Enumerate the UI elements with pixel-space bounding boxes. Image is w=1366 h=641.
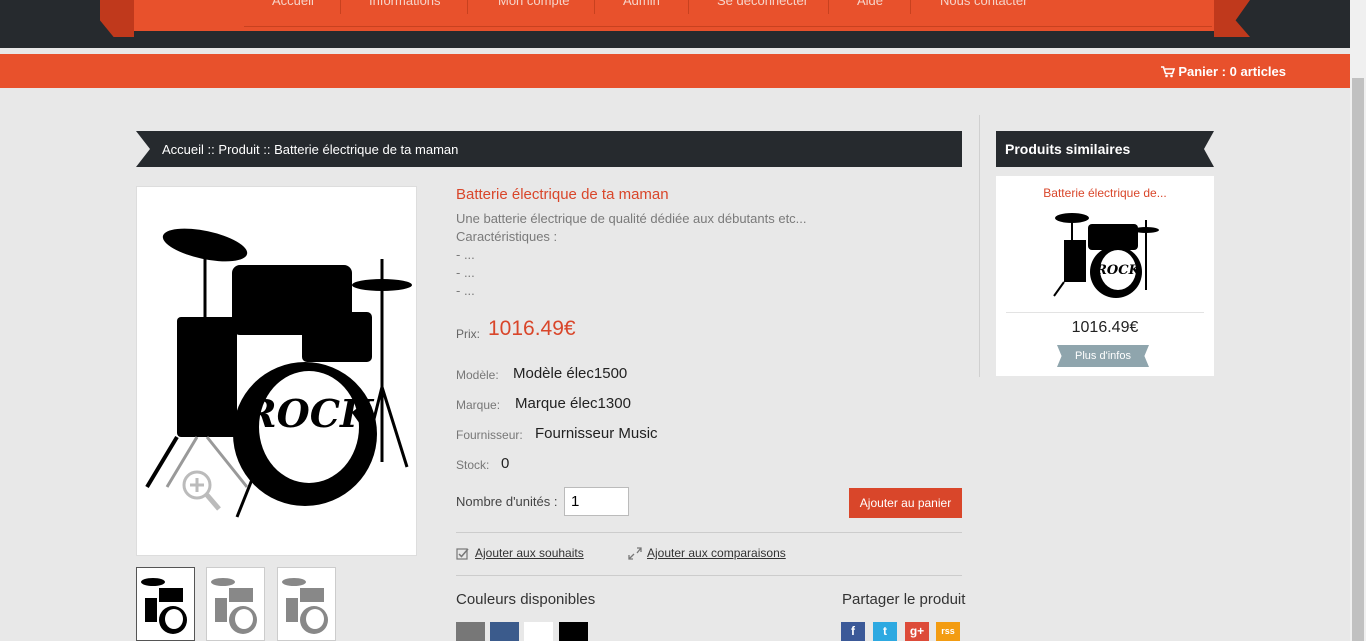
similar-products-title: Produits similaires — [1005, 141, 1131, 157]
similar-product-price: 1016.49€ — [1071, 319, 1139, 336]
wishlist-icon[interactable] — [456, 547, 469, 565]
similar-product-image[interactable]: ROCK — [1050, 210, 1160, 300]
card-divider — [1006, 312, 1204, 313]
color-swatch-grey[interactable] — [456, 622, 485, 641]
stock-label: Stock: — [456, 458, 490, 472]
drum-thumbnail-icon — [211, 578, 257, 634]
column-divider — [979, 115, 980, 377]
product-thumbnail-2[interactable] — [206, 567, 265, 641]
nav-separator — [467, 0, 468, 14]
nav-item-aide[interactable]: Aide — [857, 0, 883, 8]
page-scrollbar[interactable] — [1350, 0, 1366, 641]
nav-item-se-deconnecter[interactable]: Se déconnecter — [717, 0, 808, 8]
drum-thumbnail-icon — [141, 578, 187, 634]
nav-item-nous-contacter[interactable]: Nous contacter — [940, 0, 1027, 8]
facebook-icon[interactable]: f — [841, 622, 865, 641]
divider — [456, 575, 962, 576]
divider — [456, 532, 962, 533]
drum-kit-image: ROCK — [145, 228, 412, 518]
model-label: Modèle: — [456, 368, 499, 382]
google-plus-icon[interactable]: g+ — [905, 622, 929, 641]
drum-thumbnail-icon — [282, 578, 328, 634]
model-value: Modèle élec1500 — [513, 365, 628, 382]
breadcrumb-category[interactable]: Produit — [218, 142, 259, 157]
scrollbar-thumb[interactable] — [1352, 78, 1364, 641]
product-thumbnail-3[interactable] — [277, 567, 336, 641]
product-main-image[interactable]: ROCK — [136, 186, 417, 556]
nav-separator — [340, 0, 341, 14]
supplier-label: Fournisseur: — [456, 428, 523, 442]
product-price: 1016.49€ — [488, 317, 576, 340]
add-to-cart-button[interactable]: Ajouter au panier — [849, 488, 962, 518]
add-to-wishlist-link[interactable]: Ajouter aux souhaits — [475, 546, 584, 560]
cart-label: Panier : 0 articles — [1178, 64, 1286, 79]
cart-icon — [1161, 66, 1176, 78]
rss-icon[interactable]: rss — [936, 622, 960, 641]
brand-value: Marque élec1300 — [515, 395, 631, 412]
drum-logo-text: ROCK — [244, 391, 375, 436]
breadcrumb-home[interactable]: Accueil — [162, 142, 204, 157]
product-thumbnail-1[interactable] — [136, 567, 195, 641]
menu-underline — [244, 26, 1212, 27]
nav-separator — [828, 0, 829, 14]
color-swatch-blue[interactable] — [490, 622, 519, 641]
more-info-button[interactable]: Plus d'infos — [1057, 345, 1149, 367]
breadcrumb-separator: :: — [207, 142, 215, 157]
similar-products-header: Produits similaires — [996, 131, 1214, 167]
product-description: Une batterie électrique de qualité dédié… — [456, 211, 807, 298]
add-to-comparison-link[interactable]: Ajouter aux comparaisons — [647, 546, 786, 560]
breadcrumb-current: Batterie électrique de ta maman — [274, 142, 459, 157]
quantity-label: Nombre d'unités : — [456, 494, 558, 509]
breadcrumb-separator: :: — [263, 142, 271, 157]
header-notch — [1204, 131, 1214, 167]
color-swatch-black[interactable] — [559, 622, 588, 641]
nav-separator — [910, 0, 911, 14]
similar-product-card: Batterie électrique de... ROCK 1016.49€ … — [996, 176, 1214, 376]
available-colors-title: Couleurs disponibles — [456, 591, 596, 608]
nav-item-mon-compte[interactable]: Mon compte — [498, 0, 570, 8]
similar-product-name[interactable]: Batterie électrique de... — [996, 186, 1214, 200]
nav-item-accueil[interactable]: Accueil — [272, 0, 314, 8]
twitter-icon[interactable]: t — [873, 622, 897, 641]
drum-logo-text: ROCK — [1095, 263, 1140, 278]
product-title: Batterie électrique de ta maman — [456, 186, 669, 203]
zoom-icon[interactable] — [181, 469, 221, 518]
share-product-title: Partager le produit — [842, 591, 966, 608]
cart-link[interactable]: Panier : 0 articles — [1161, 64, 1286, 79]
compare-icon[interactable] — [628, 547, 642, 565]
breadcrumb-notch — [136, 131, 150, 167]
supplier-value: Fournisseur Music — [535, 425, 658, 442]
brand-label: Marque: — [456, 398, 501, 412]
quantity-input[interactable] — [564, 487, 629, 516]
breadcrumb: Accueil :: Produit :: Batterie électriqu… — [136, 131, 962, 167]
stock-value: 0 — [501, 455, 510, 472]
nav-separator — [594, 0, 595, 14]
nav-item-admin[interactable]: Admin — [623, 0, 660, 8]
cart-bar: Panier : 0 articles — [0, 54, 1350, 88]
nav-separator — [688, 0, 689, 14]
price-label: Prix: — [456, 327, 480, 341]
color-swatch-white[interactable] — [524, 622, 553, 641]
nav-item-informations[interactable]: Informations — [369, 0, 441, 8]
